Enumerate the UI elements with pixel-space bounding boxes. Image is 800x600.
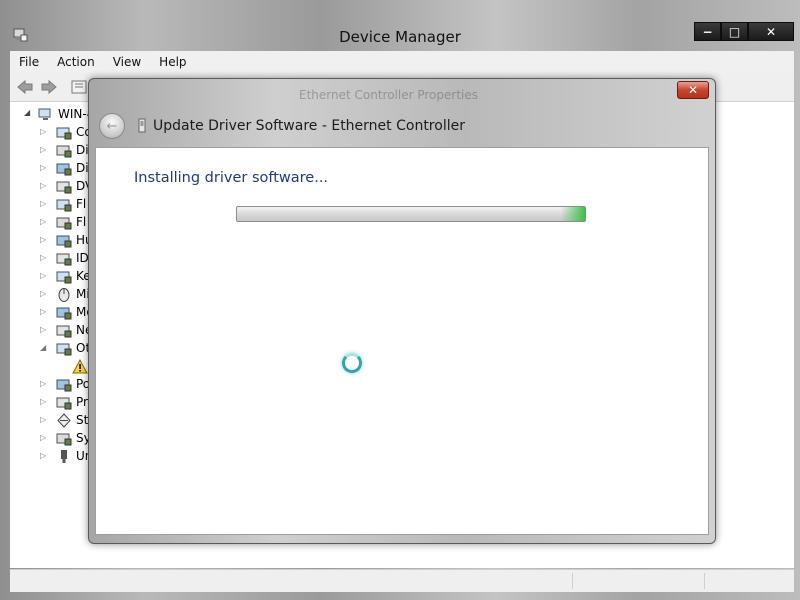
- expand-arrow-icon[interactable]: ▷: [40, 307, 48, 317]
- mouse-icon: [58, 288, 70, 302]
- status-divider: [704, 573, 705, 589]
- warning-device-icon: [72, 359, 88, 374]
- progress-glow: [561, 207, 585, 221]
- tree-item-label: Di: [76, 161, 89, 175]
- display-adapter-icon: [56, 163, 72, 176]
- keyboard-icon: [56, 271, 72, 284]
- computer-icon: [38, 108, 51, 120]
- expand-arrow-icon[interactable]: ▷: [40, 289, 48, 299]
- menu-help[interactable]: Help: [150, 55, 195, 69]
- other-devices-icon: [56, 343, 72, 356]
- monitor-icon: [56, 307, 72, 320]
- dialog-close-button[interactable]: ✕: [677, 81, 709, 99]
- tree-item-label: Di: [76, 143, 89, 157]
- menu-view[interactable]: View: [104, 55, 150, 69]
- network-adapter-icon: [56, 325, 72, 338]
- menu-action[interactable]: Action: [48, 55, 104, 69]
- expand-arrow-icon: [40, 361, 48, 371]
- status-bar: [10, 569, 794, 592]
- window-title: Device Manager: [339, 28, 461, 46]
- properties-icon[interactable]: [70, 79, 88, 95]
- floppy-icon: [56, 199, 72, 212]
- system-device-icon: [56, 433, 72, 446]
- back-arrow-icon[interactable]: [16, 79, 34, 95]
- tree-item-label: Fl: [76, 197, 87, 211]
- expand-arrow-icon[interactable]: ▷: [40, 415, 48, 425]
- caption-buttons: − □ ✕: [694, 22, 794, 42]
- expand-arrow-icon[interactable]: ▷: [40, 451, 48, 461]
- expand-arrow-icon[interactable]: ▷: [40, 379, 48, 389]
- usb-icon: [61, 450, 67, 463]
- tree-item-label: ID: [76, 251, 89, 265]
- menu-file[interactable]: File: [10, 55, 48, 69]
- tree-item-label: Pr: [76, 395, 88, 409]
- hid-icon: [56, 235, 72, 248]
- dialog-header: ← Update Driver Software - Ethernet Cont…: [93, 103, 711, 145]
- processor-icon: [56, 397, 72, 410]
- floppy-controller-icon: [56, 217, 72, 230]
- installing-status-text: Installing driver software...: [134, 170, 329, 186]
- device-icon: [138, 118, 146, 133]
- title-bar[interactable]: Device Manager − □ ✕: [0, 0, 800, 48]
- expand-arrow-icon[interactable]: ▷: [40, 433, 48, 443]
- expand-arrow-icon[interactable]: ▷: [40, 235, 48, 245]
- back-button[interactable]: ←: [99, 113, 125, 139]
- maximize-button[interactable]: □: [721, 22, 748, 41]
- expand-arrow-icon[interactable]: ▷: [40, 181, 48, 191]
- minimize-button[interactable]: −: [694, 22, 721, 41]
- background-dialog-title: Ethernet Controller Properties: [299, 88, 478, 102]
- port-icon: [56, 379, 72, 392]
- expand-arrow-icon[interactable]: ▷: [40, 163, 48, 173]
- ide-controller-icon: [56, 253, 72, 266]
- close-button[interactable]: ✕: [748, 22, 794, 41]
- tree-item-label: Fl: [76, 215, 87, 229]
- expand-arrow-icon[interactable]: ▷: [40, 199, 48, 209]
- progress-bar: [236, 206, 586, 222]
- expand-arrow-icon[interactable]: ◢: [40, 343, 48, 353]
- progress-fill: [237, 207, 585, 221]
- menu-bar: File Action View Help: [10, 51, 794, 73]
- expand-arrow-icon[interactable]: ▷: [40, 271, 48, 281]
- tree-item-label: St: [76, 413, 89, 427]
- storage-icon: [57, 413, 71, 428]
- dialog-content: Installing driver software...: [95, 147, 709, 535]
- expand-arrow-icon[interactable]: ▷: [40, 253, 48, 263]
- expand-arrow-icon[interactable]: ▷: [40, 217, 48, 227]
- forward-arrow-icon[interactable]: [40, 79, 58, 95]
- computer-icon: [56, 127, 72, 140]
- update-driver-dialog: Ethernet Controller Properties ✕ ← Updat…: [88, 78, 716, 544]
- busy-spinner-icon: [342, 353, 362, 373]
- expand-arrow-icon[interactable]: ▷: [40, 397, 48, 407]
- expand-arrow-icon[interactable]: ▷: [40, 127, 48, 137]
- dialog-title: Update Driver Software - Ethernet Contro…: [153, 118, 465, 134]
- status-divider: [572, 573, 573, 589]
- expand-arrow-icon[interactable]: ▷: [40, 145, 48, 155]
- dvd-drive-icon: [56, 181, 72, 194]
- expand-arrow-icon[interactable]: ▷: [40, 325, 48, 335]
- disk-drive-icon: [56, 145, 72, 158]
- expanded-arrow-icon[interactable]: ◢: [24, 108, 30, 117]
